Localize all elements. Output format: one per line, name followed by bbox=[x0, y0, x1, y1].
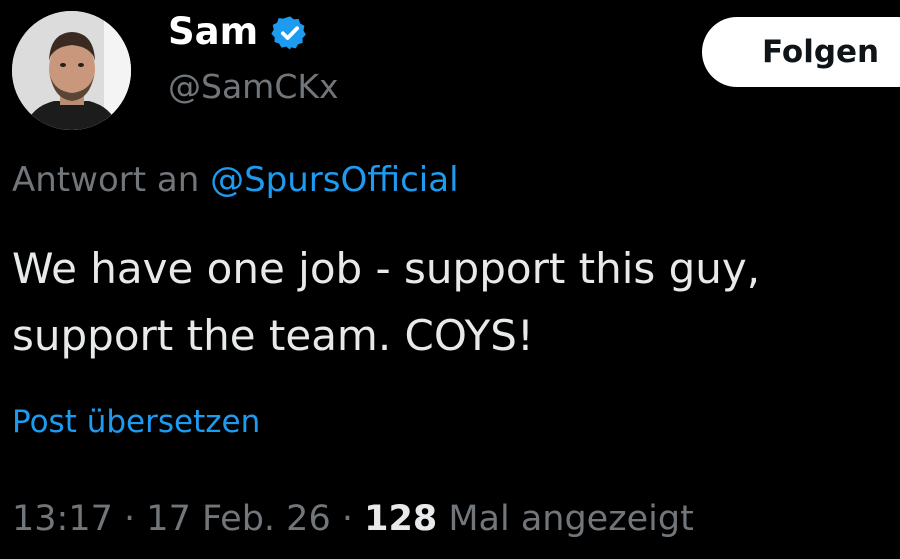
reply-context: Antwort an @SpursOfficial bbox=[12, 157, 459, 203]
tweet-time[interactable]: 13:17 bbox=[12, 499, 113, 539]
tweet-text-line: We have one job - support this guy, bbox=[12, 244, 761, 293]
display-name[interactable]: Sam bbox=[168, 10, 258, 54]
user-avatar-photo-icon bbox=[12, 11, 131, 130]
tweet-meta: 13:17 · 17 Feb. 26 · 128 Mal angezeigt bbox=[12, 494, 694, 544]
meta-separator: · bbox=[124, 499, 136, 539]
views-label: Mal angezeigt bbox=[448, 499, 694, 539]
reply-prefix: Antwort an bbox=[12, 160, 200, 200]
user-handle[interactable]: @SamCKx bbox=[168, 66, 339, 108]
tweet-text: We have one job - support this guy, supp… bbox=[12, 235, 892, 369]
meta-separator: · bbox=[341, 499, 353, 539]
follow-button[interactable]: Folgen bbox=[702, 17, 900, 87]
reply-target-link[interactable]: @SpursOfficial bbox=[210, 160, 458, 200]
tweet-date[interactable]: 17 Feb. 26 bbox=[146, 499, 330, 539]
views-count: 128 bbox=[364, 499, 438, 539]
tweet-text-line: support the team. COYS! bbox=[12, 311, 534, 360]
translate-link[interactable]: Post übersetzen bbox=[12, 399, 260, 445]
verified-badge-icon bbox=[271, 16, 306, 50]
avatar[interactable] bbox=[12, 11, 131, 130]
